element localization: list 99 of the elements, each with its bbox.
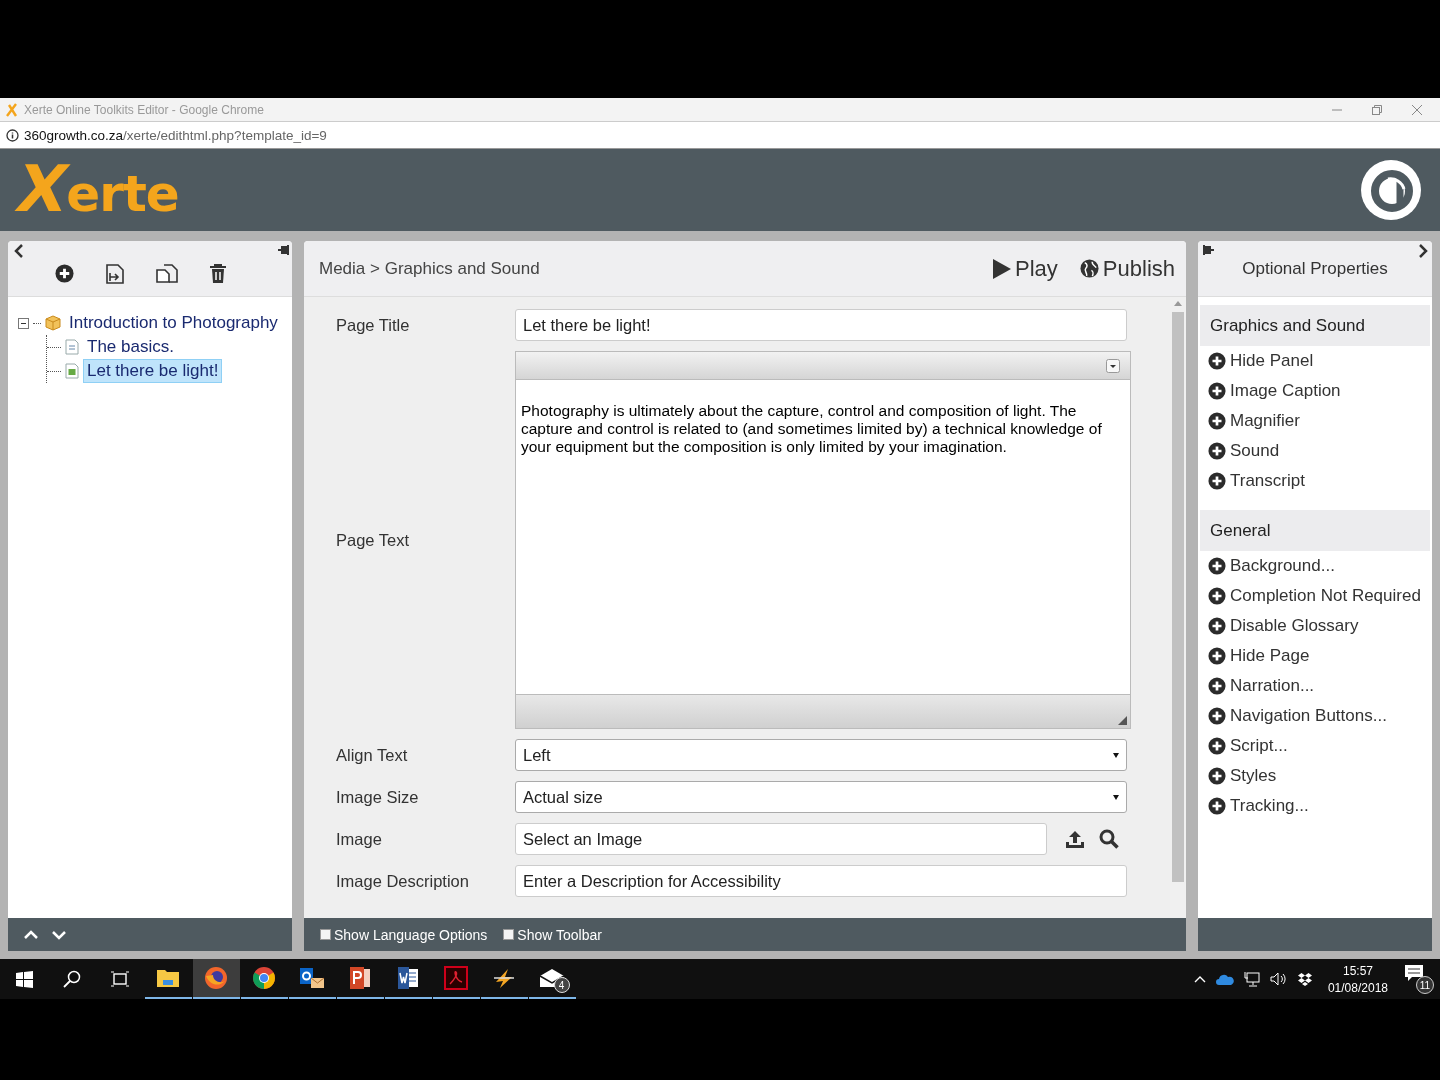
plus-circle-icon[interactable] bbox=[1208, 442, 1226, 460]
slides-app-icon[interactable] bbox=[348, 966, 372, 990]
trash-icon[interactable] bbox=[210, 263, 226, 284]
field-label: Image bbox=[336, 829, 383, 849]
package-icon bbox=[45, 315, 61, 331]
add-property-link[interactable]: Narration... bbox=[1230, 676, 1315, 696]
add-property-link[interactable]: Transcript bbox=[1230, 471, 1305, 491]
info-icon[interactable] bbox=[6, 128, 19, 142]
plus-circle-icon[interactable] bbox=[1208, 557, 1226, 575]
breadcrumb: Media > Graphics and Sound bbox=[318, 258, 541, 279]
plus-circle-icon[interactable] bbox=[1208, 587, 1226, 605]
plus-circle-icon[interactable] bbox=[1208, 767, 1226, 785]
checkbox-label[interactable]: Show Toolbar bbox=[517, 926, 602, 943]
checkbox[interactable] bbox=[503, 929, 515, 940]
field-label: Align Text bbox=[336, 745, 409, 765]
publish-button[interactable]: Publish bbox=[1079, 255, 1175, 282]
chevron-right-icon[interactable] bbox=[1418, 244, 1428, 258]
task-view-icon[interactable] bbox=[111, 971, 129, 987]
plus-circle-icon[interactable] bbox=[1208, 677, 1226, 695]
add-property-link[interactable]: Tracking... bbox=[1230, 796, 1309, 816]
plus-circle-icon[interactable] bbox=[1208, 707, 1226, 725]
chevron-left-icon[interactable] bbox=[14, 244, 24, 258]
chevron-up-icon[interactable] bbox=[24, 929, 38, 940]
cloud-icon[interactable] bbox=[1215, 973, 1234, 985]
section-header: General bbox=[1200, 510, 1430, 551]
play-icon bbox=[993, 258, 1012, 279]
add-property-link[interactable]: Script... bbox=[1230, 736, 1288, 756]
checkbox[interactable] bbox=[320, 929, 331, 940]
plus-circle-icon[interactable] bbox=[1208, 617, 1226, 635]
plus-circle-icon[interactable] bbox=[1208, 412, 1226, 430]
dropbox-icon[interactable] bbox=[1297, 972, 1312, 986]
search-icon[interactable] bbox=[63, 970, 81, 988]
plus-circle-icon[interactable] bbox=[1208, 647, 1226, 665]
caret-icon bbox=[1113, 752, 1119, 758]
action-center-icon[interactable] bbox=[1404, 964, 1424, 982]
add-property-link[interactable]: Styles bbox=[1230, 766, 1277, 786]
plus-circle-icon[interactable] bbox=[1208, 352, 1226, 370]
notification-badge: 11 bbox=[1416, 976, 1434, 994]
document-app-icon[interactable] bbox=[396, 966, 420, 990]
field-label: Page Title bbox=[336, 315, 411, 335]
add-property-link[interactable]: Navigation Buttons... bbox=[1230, 706, 1387, 726]
add-property-link[interactable]: Disable Glossary bbox=[1230, 616, 1359, 636]
panel-title: Optional Properties bbox=[1241, 258, 1389, 279]
address-bar-url[interactable]: 360growth.co.za/xerte/edithtml.php?template_id=9 bbox=[24, 127, 327, 143]
image-page-icon bbox=[65, 363, 79, 379]
globe-icon bbox=[1079, 259, 1099, 278]
windows-logo-icon[interactable] bbox=[15, 970, 33, 988]
import-page-icon[interactable] bbox=[106, 263, 124, 284]
duplicate-icon[interactable] bbox=[156, 263, 178, 286]
dropdown[interactable]: Actual size bbox=[515, 781, 1127, 813]
tree-item[interactable]: Let there be light! bbox=[83, 359, 223, 383]
add-property-link[interactable]: Hide Page bbox=[1230, 646, 1310, 666]
tree-item[interactable]: Introduction to Photography bbox=[65, 311, 282, 335]
restore-icon[interactable] bbox=[1372, 104, 1382, 115]
add-property-link[interactable]: Image Caption bbox=[1230, 381, 1341, 401]
resize-grip-icon[interactable] bbox=[1118, 716, 1127, 725]
plus-circle-icon[interactable] bbox=[1208, 737, 1226, 755]
field-label: Page Text bbox=[336, 530, 411, 550]
tree-item[interactable]: The basics. bbox=[83, 335, 178, 359]
browser-icon[interactable] bbox=[252, 966, 276, 990]
window-title: Xerte Online Toolkits Editor - Google Chrome bbox=[24, 102, 264, 117]
clock-date[interactable]: 01/08/2018 bbox=[1327, 980, 1388, 995]
pin-icon[interactable] bbox=[278, 245, 290, 255]
collapse-toggle-icon[interactable] bbox=[18, 317, 29, 329]
search-icon[interactable] bbox=[1099, 829, 1119, 849]
wrench-logo-icon bbox=[6, 102, 18, 117]
chevron-up-icon[interactable] bbox=[1193, 975, 1206, 983]
close-icon[interactable] bbox=[1412, 104, 1422, 115]
text-field[interactable]: Let there be light! bbox=[515, 309, 1127, 341]
plus-circle-icon[interactable] bbox=[1208, 472, 1226, 490]
field-label: Image Description bbox=[336, 871, 470, 891]
pdf-app-icon[interactable] bbox=[444, 966, 468, 990]
plus-circle-icon[interactable] bbox=[1208, 382, 1226, 400]
clock-time[interactable]: 15:57 bbox=[1342, 963, 1373, 978]
plus-circle-icon[interactable] bbox=[1208, 797, 1226, 815]
plus-circle-icon[interactable] bbox=[55, 263, 74, 283]
caret-icon bbox=[1113, 794, 1119, 800]
document-icon bbox=[65, 339, 79, 355]
add-property-link[interactable]: Sound bbox=[1230, 441, 1280, 461]
add-property-link[interactable]: Background... bbox=[1230, 556, 1335, 576]
chevron-down-icon[interactable] bbox=[52, 929, 66, 940]
add-property-link[interactable]: Completion Not Required bbox=[1230, 586, 1421, 606]
folder-icon[interactable] bbox=[156, 968, 180, 988]
add-property-link[interactable]: Hide Panel bbox=[1230, 351, 1314, 371]
add-property-link[interactable]: Magnifier bbox=[1230, 411, 1300, 431]
pin-icon[interactable] bbox=[1202, 245, 1214, 255]
text-field[interactable]: Enter a Description for Accessibility bbox=[515, 865, 1127, 897]
checkbox-label[interactable]: Show Language Options bbox=[334, 926, 488, 943]
play-button[interactable]: Play bbox=[993, 255, 1058, 282]
text-field[interactable]: Select an Image bbox=[515, 823, 1047, 855]
volume-icon[interactable] bbox=[1269, 972, 1288, 986]
mail-app-icon[interactable] bbox=[299, 966, 325, 990]
toolbar-toggle-icon[interactable] bbox=[1106, 358, 1120, 373]
dropdown[interactable]: Left bbox=[515, 739, 1127, 771]
field-label: Image Size bbox=[336, 787, 420, 807]
section-header: Graphics and Sound bbox=[1200, 305, 1430, 346]
network-icon[interactable] bbox=[1243, 971, 1260, 987]
upload-icon[interactable] bbox=[1065, 829, 1085, 849]
swirl-logo-icon bbox=[1360, 159, 1422, 221]
